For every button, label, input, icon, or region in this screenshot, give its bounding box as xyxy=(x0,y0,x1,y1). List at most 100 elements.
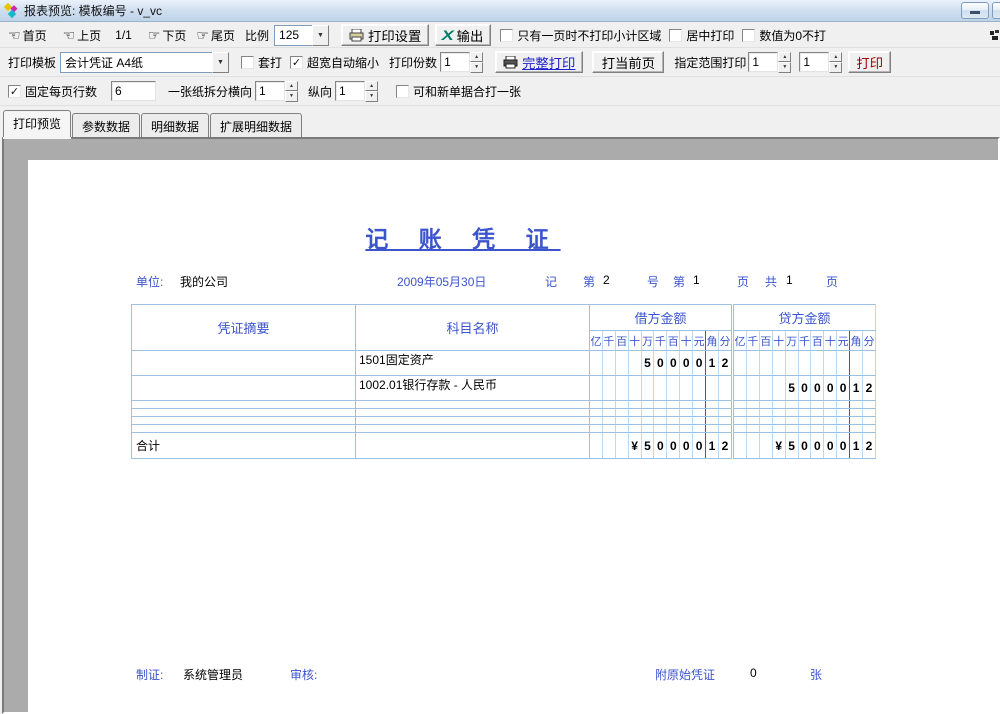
credit-digit-cell xyxy=(862,351,875,376)
digit-header: 角 xyxy=(850,331,863,351)
first-page-label: 首页 xyxy=(23,27,47,44)
split-vertical-input[interactable]: 1 xyxy=(335,81,365,101)
digit-header: 百 xyxy=(667,331,680,351)
chevron-down-icon[interactable]: ▼ xyxy=(312,25,329,46)
copies-spinner[interactable]: ▲ ▼ xyxy=(470,52,483,73)
checkbox-box[interactable] xyxy=(396,85,409,98)
credit-digit-cell xyxy=(759,351,772,376)
last-page-button[interactable]: ☞ 尾页 xyxy=(196,27,235,44)
debit-digit-cell: 0 xyxy=(654,351,667,376)
print-button[interactable]: 打印 xyxy=(848,51,891,73)
split-vertical-label: 纵向 xyxy=(308,83,332,100)
credit-digit-cell xyxy=(798,409,811,417)
split-horizontal-spinner[interactable]: ▲ ▼ xyxy=(285,81,298,102)
credit-digit-cell: 0 xyxy=(824,376,837,401)
debit-digit-cell xyxy=(641,425,654,433)
minimize-button[interactable] xyxy=(961,2,989,19)
total-account-cell xyxy=(356,433,590,459)
tab-detail-data[interactable]: 明细数据 xyxy=(141,113,209,137)
debit-digit-cell xyxy=(680,401,693,409)
credit-total-digit-cell: 2 xyxy=(862,433,875,459)
credit-digit-cell xyxy=(746,425,759,433)
debit-digit-cell xyxy=(628,417,641,425)
template-combobox[interactable]: 会计凭证 A4纸 ▼ xyxy=(60,52,229,73)
scale-combobox[interactable]: 125 ▼ xyxy=(274,25,329,46)
spinner-up-icon[interactable]: ▲ xyxy=(829,52,842,63)
spinner-down-icon[interactable]: ▼ xyxy=(470,62,483,73)
spinner-up-icon[interactable]: ▲ xyxy=(365,81,378,92)
digit-header: 十 xyxy=(628,331,641,351)
print-setup-button[interactable]: 打印设置 xyxy=(341,24,429,46)
credit-digit-cell: 2 xyxy=(862,376,875,401)
chevron-down-icon[interactable]: ▼ xyxy=(212,52,229,73)
checkbox-box[interactable]: ✓ xyxy=(290,56,303,69)
no-prefix: 第 xyxy=(583,273,595,290)
printer-icon xyxy=(349,29,364,42)
spinner-down-icon[interactable]: ▼ xyxy=(829,62,842,73)
col-header-credit: 贷方金额 xyxy=(733,305,876,331)
credit-digit-cell xyxy=(811,409,824,417)
credit-digit-cell xyxy=(798,401,811,409)
spinner-up-icon[interactable]: ▲ xyxy=(285,81,298,92)
debit-digit-cell xyxy=(590,417,603,425)
checkbox-box[interactable] xyxy=(669,29,682,42)
export-button[interactable]: X 输出 xyxy=(435,24,491,46)
overlay-print-checkbox[interactable]: 套打 xyxy=(241,54,282,71)
page-number: 1 xyxy=(693,273,700,287)
credit-total-digit-cell: 0 xyxy=(824,433,837,459)
credit-digit-cell xyxy=(824,409,837,417)
fixed-rows-checkbox[interactable]: ✓ 固定每页行数 xyxy=(8,83,97,100)
checkbox-box[interactable] xyxy=(500,29,513,42)
spinner-up-icon[interactable]: ▲ xyxy=(778,52,791,63)
checkbox-box[interactable] xyxy=(241,56,254,69)
col-header-account: 科目名称 xyxy=(356,305,590,351)
first-page-button[interactable]: ☜ 首页 xyxy=(8,27,47,44)
credit-digit-cell xyxy=(759,409,772,417)
zero-skip-checkbox[interactable]: 数值为0不打 xyxy=(742,27,826,44)
pages-suffix: 页 xyxy=(826,273,838,290)
hand-left-icon: ☜ xyxy=(63,27,76,44)
credit-digit-cell xyxy=(862,409,875,417)
tab-parameter-data[interactable]: 参数数据 xyxy=(72,113,140,137)
print-current-button[interactable]: 打当前页 xyxy=(592,51,664,73)
no-subtotal-checkbox[interactable]: 只有一页时不打印小计区域 xyxy=(500,27,661,44)
credit-digit-cell xyxy=(824,401,837,409)
debit-digit-cell xyxy=(641,417,654,425)
spinner-up-icon[interactable]: ▲ xyxy=(470,52,483,63)
copies-input[interactable]: 1 xyxy=(440,52,470,72)
account-cell: 1002.01银行存款 - 人民币 xyxy=(356,376,590,401)
credit-digit-cell xyxy=(746,401,759,409)
credit-total-digit-cell xyxy=(759,433,772,459)
range-from-spinner[interactable]: ▲ ▼ xyxy=(778,52,791,73)
debit-total-digit-cell xyxy=(590,433,603,459)
preview-panel: 记 账 凭 证 单位: 我的公司 2009年05月30日 记 第 2 号 第 1… xyxy=(2,137,1000,714)
range-to-spinner[interactable]: ▲ ▼ xyxy=(829,52,842,73)
spinner-down-icon[interactable]: ▼ xyxy=(778,62,791,73)
split-horizontal-input[interactable]: 1 xyxy=(255,81,285,101)
credit-digit-cell xyxy=(772,351,785,376)
next-page-button[interactable]: ☞ 下页 xyxy=(148,27,187,44)
spinner-down-icon[interactable]: ▼ xyxy=(365,91,378,102)
template-value: 会计凭证 A4纸 xyxy=(60,52,212,73)
tab-extended-detail-data[interactable]: 扩展明细数据 xyxy=(210,113,302,137)
range-to-input[interactable]: 1 xyxy=(799,52,829,72)
checkbox-box[interactable] xyxy=(742,29,755,42)
tab-print-preview[interactable]: 打印预览 xyxy=(3,110,71,137)
debit-digit-cell xyxy=(718,425,732,433)
checkbox-box[interactable]: ✓ xyxy=(8,85,21,98)
credit-digit-cell: 0 xyxy=(798,376,811,401)
combine-print-checkbox[interactable]: 可和新单据合打一张 xyxy=(396,83,521,100)
credit-digit-cell xyxy=(862,417,875,425)
credit-digit-cell xyxy=(850,351,863,376)
center-print-checkbox[interactable]: 居中打印 xyxy=(669,27,734,44)
autoshrink-checkbox[interactable]: ✓ 超宽自动缩小 xyxy=(290,54,379,71)
credit-digit-cell xyxy=(798,425,811,433)
split-vertical-spinner[interactable]: ▲ ▼ xyxy=(365,81,378,102)
prev-page-button[interactable]: ☜ 上页 xyxy=(63,27,102,44)
debit-total-digit-cell: 0 xyxy=(667,433,680,459)
spinner-down-icon[interactable]: ▼ xyxy=(285,91,298,102)
rows-per-page-input[interactable]: 6 xyxy=(111,81,156,101)
range-from-input[interactable]: 1 xyxy=(748,52,778,72)
maximize-button[interactable] xyxy=(992,2,1000,19)
full-print-button[interactable]: 完整打印 xyxy=(495,51,583,73)
